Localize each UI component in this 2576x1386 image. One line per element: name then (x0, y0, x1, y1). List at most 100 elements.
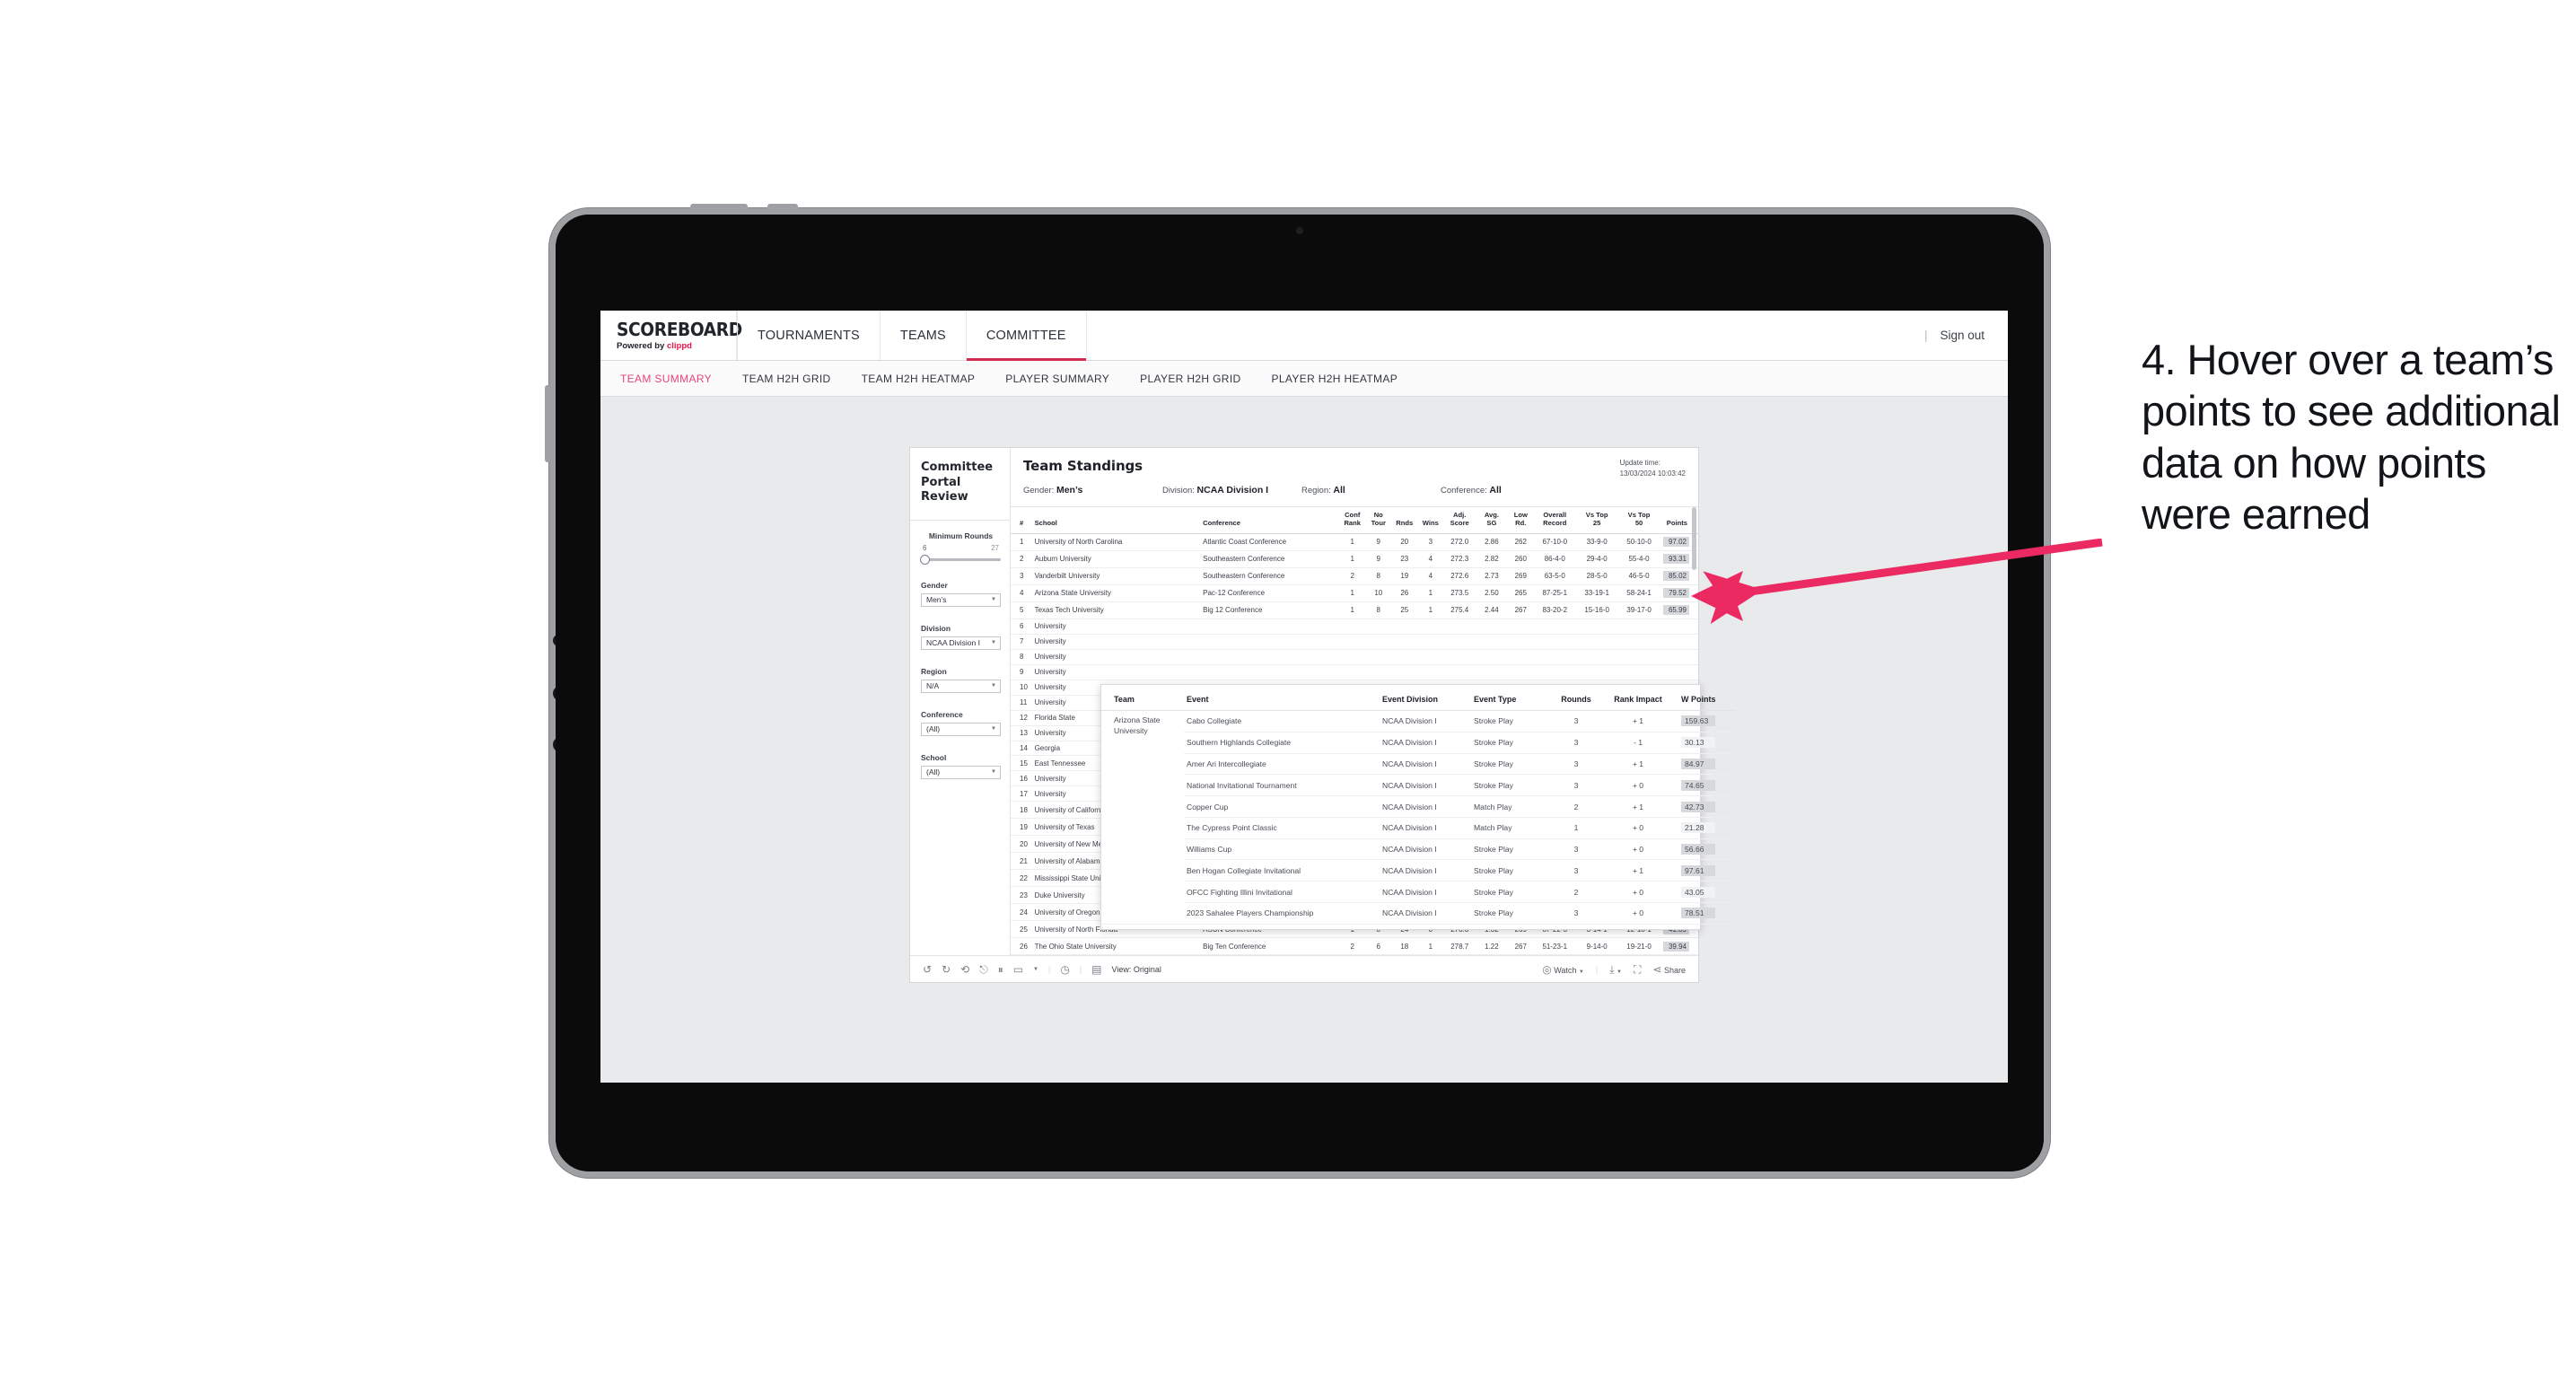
cell-points[interactable] (1660, 664, 1698, 680)
col-wins[interactable]: Wins (1417, 507, 1444, 534)
brand-logo[interactable]: SCOREBOARD Powered by clippd (600, 311, 742, 360)
table-row[interactable]: 7 University (1011, 634, 1698, 650)
tooltip-cell-division: NCAA Division I (1380, 753, 1471, 776)
col-vs-top-50[interactable]: Vs Top 50 (1617, 507, 1660, 534)
col-overall-record[interactable]: Overall Record (1533, 507, 1576, 534)
cell-rnds (1391, 634, 1418, 650)
tooltip-cell-w-points: 97.61 (1674, 859, 1735, 882)
cell-low-rd: 267 (1507, 937, 1534, 956)
cell-rnds: 23 (1391, 550, 1418, 568)
watch-icon: ◎ (1542, 962, 1552, 976)
table-row[interactable]: 9 University (1011, 664, 1698, 680)
col-wins-l2: Wins (1422, 518, 1439, 527)
cell-rank: 18 (1011, 801, 1033, 820)
table-row[interactable]: 8 University (1011, 649, 1698, 665)
col-low-rd[interactable]: Low Rd. (1507, 507, 1534, 534)
tooltip-w-points-value: 43.05 (1681, 886, 1715, 898)
download-icon: ⤓ (1609, 962, 1615, 976)
chevron-down-icon[interactable]: ▼ (1033, 967, 1038, 972)
tooltip-row: Copper Cup NCAA Division I Match Play 2 + 1 4… (1101, 795, 1735, 818)
undo-icon[interactable]: ↺ (923, 964, 932, 975)
view-icon[interactable]: ▤ (1091, 964, 1101, 975)
fullscreen-icon[interactable]: ⛶ (1634, 964, 1641, 975)
brand-title: SCOREBOARD (617, 318, 742, 340)
col-vs-top-25[interactable]: Vs Top 25 (1575, 507, 1618, 534)
tab-team-summary[interactable]: TEAM SUMMARY (620, 373, 712, 385)
download-button[interactable]: ⤓ ▼ (1609, 964, 1622, 975)
tooltip-cell-rounds: 2 (1550, 795, 1602, 818)
filter-controls: Minimum Rounds 6 27 Gender Men’s ▼ Divis… (910, 521, 1010, 809)
refresh-icon[interactable]: ⎋ (979, 964, 988, 975)
tooltip-w-points-value: 21.28 (1681, 822, 1715, 834)
view-label[interactable]: View: Original (1112, 965, 1161, 974)
table-row[interactable]: 26 The Ohio State University Big Ten Confe… (1011, 937, 1698, 956)
tooltip-row: Amer Ari Intercollegiate NCAA Division IS… (1101, 753, 1735, 776)
brand-subtitle-prefix: Powered by (617, 340, 667, 351)
col-conference[interactable]: Conference (1201, 507, 1340, 534)
highlight-icon[interactable]: ▭ (1013, 964, 1023, 975)
col-avg-sg[interactable]: Avg. SG (1476, 507, 1508, 534)
cell-wins: 1 (1417, 584, 1444, 602)
nav-item-committee[interactable]: COMMITTEE (966, 311, 1087, 361)
filter-school-select[interactable]: (All) ▼ (921, 765, 1001, 779)
sign-out-link[interactable]: Sign out (1940, 329, 1985, 342)
col-no-tour[interactable]: No Tour (1365, 507, 1392, 534)
device-button-top-secondary (767, 204, 798, 210)
table-row[interactable]: 1 University of North Carolina Atlantic Co… (1011, 533, 1698, 551)
clock-history-icon[interactable]: ◷ (1060, 964, 1069, 975)
cell-conference: Southeastern Conference (1201, 550, 1340, 568)
portal-title-block: Committee Portal Review (910, 448, 1010, 521)
filter-region-label: Region (921, 666, 947, 676)
cell-low-rd: 265 (1507, 584, 1534, 602)
table-row[interactable]: 2 Auburn University Southeastern Conferenc… (1011, 550, 1698, 568)
filter-gender-select[interactable]: Men’s ▼ (921, 592, 1001, 607)
filter-minimum-rounds: Minimum Rounds 6 27 (920, 531, 1001, 565)
revert-icon[interactable]: ⟲ (960, 964, 969, 975)
device-volume-button (545, 385, 551, 462)
chevron-down-icon: ▼ (991, 683, 996, 689)
cell-overall-record (1533, 649, 1576, 665)
nav-item-teams[interactable]: TEAMS (881, 311, 967, 360)
summary-gender: Gender: Men’s (1023, 485, 1162, 496)
tab-team-h2h-grid[interactable]: TEAM H2H GRID (742, 373, 831, 385)
col-rank[interactable]: # (1011, 507, 1033, 534)
filter-division-select[interactable]: NCAA Division I ▼ (921, 636, 1001, 650)
table-row[interactable]: 6 University (1011, 618, 1698, 635)
table-row[interactable]: 4 Arizona State University Pac-12 Conferen… (1011, 584, 1698, 602)
filter-conference-label: Conference (921, 709, 963, 719)
watch-button[interactable]: ◎ Watch ▼ (1542, 964, 1584, 975)
cell-rnds (1391, 649, 1418, 665)
col-adj-score[interactable]: Adj. Score (1443, 507, 1476, 534)
table-row[interactable]: 3 Vanderbilt University Southeastern Confe… (1011, 567, 1698, 585)
cell-school: University of North Carolina (1032, 533, 1202, 551)
cell-conf-rank: 2 (1339, 937, 1366, 956)
share-icon: ⋖ (1652, 962, 1662, 976)
tooltip-cell-type: Match Play (1471, 795, 1550, 818)
cell-school: Auburn University (1032, 550, 1202, 568)
summary-gender-label: Gender: (1023, 486, 1055, 496)
points-value: 85.02 (1663, 571, 1689, 582)
tab-team-h2h-heatmap[interactable]: TEAM H2H HEATMAP (862, 373, 976, 385)
col-conf-rank[interactable]: Conf Rank (1339, 507, 1366, 534)
cell-avg-sg: 2.86 (1476, 533, 1508, 551)
col-school[interactable]: School (1032, 507, 1202, 534)
col-rnds[interactable]: Rnds (1391, 507, 1418, 534)
cell-points[interactable]: 39.94 (1660, 937, 1698, 956)
cell-avg-sg: 2.50 (1476, 584, 1508, 602)
slider-thumb[interactable] (920, 554, 930, 565)
tab-player-h2h-heatmap[interactable]: PLAYER H2H HEATMAP (1272, 373, 1398, 385)
pause-updates-icon[interactable]: ⏸ (998, 964, 1003, 975)
share-button[interactable]: ⋖ Share (1652, 964, 1686, 975)
cell-school: Vanderbilt University (1032, 567, 1202, 585)
table-row[interactable]: 5 Texas Tech University Big 12 Conference 1… (1011, 601, 1698, 619)
slider-track[interactable] (920, 554, 1001, 565)
col-conf-rank-l1: Conf (1345, 511, 1361, 519)
filter-conference-select[interactable]: (All) ▼ (921, 722, 1001, 736)
filter-region-select[interactable]: N/A ▼ (921, 679, 1001, 693)
tooltip-col-rounds: Rounds (1550, 693, 1602, 711)
brand-subtitle: Powered by clippd (617, 341, 736, 351)
nav-item-tournaments[interactable]: TOURNAMENTS (737, 311, 881, 360)
redo-icon[interactable]: ↻ (942, 964, 951, 975)
tab-player-summary[interactable]: PLAYER SUMMARY (1005, 373, 1109, 385)
tab-player-h2h-grid[interactable]: PLAYER H2H GRID (1140, 373, 1240, 385)
